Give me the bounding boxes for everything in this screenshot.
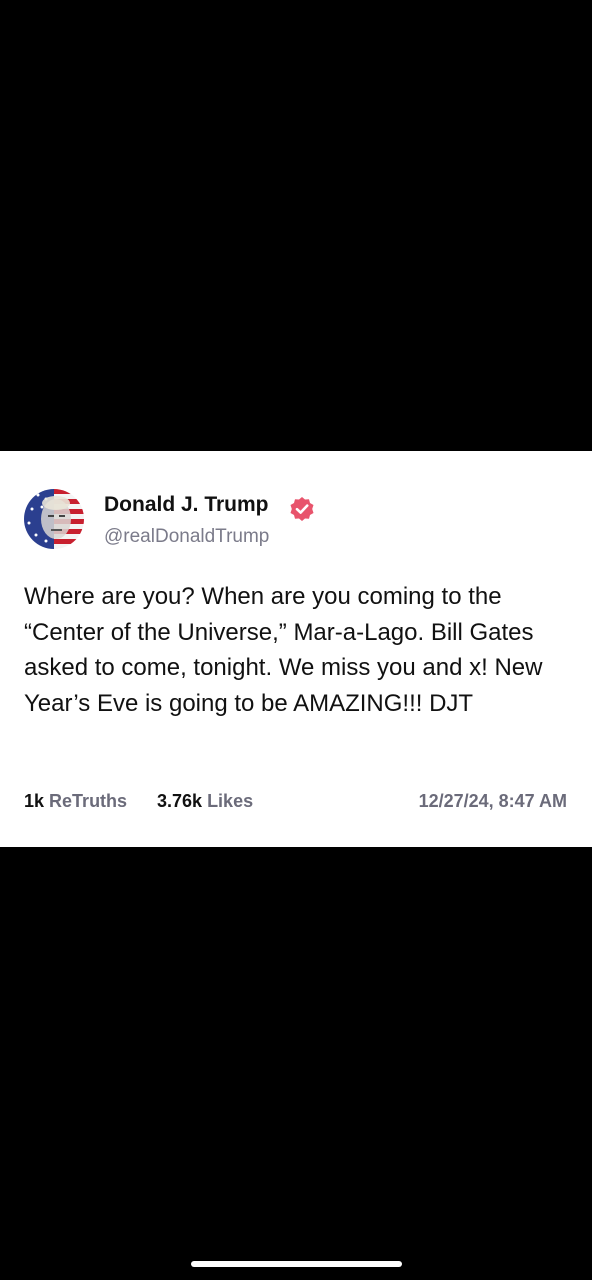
author-name[interactable]: Donald J. Trump	[104, 493, 269, 517]
post-card[interactable]: Donald J. Trump @realDonaldTrump Where a…	[0, 451, 592, 847]
verified-badge-icon	[290, 497, 314, 521]
author-avatar[interactable]	[24, 489, 84, 549]
post-timestamp: 12/27/24, 8:47 AM	[418, 791, 567, 811]
home-indicator[interactable]	[191, 1261, 402, 1267]
likes-label: Likes	[207, 791, 254, 811]
likes-stat[interactable]: 3.76k Likes	[157, 791, 253, 812]
flag-portrait-avatar	[24, 489, 84, 549]
retruths-label: ReTruths	[49, 791, 128, 811]
author-handle[interactable]: @realDonaldTrump	[104, 526, 269, 548]
retruths-count: 1k	[24, 791, 45, 811]
likes-count: 3.76k	[157, 791, 203, 811]
retruths-stat[interactable]: 1k ReTruths	[24, 791, 127, 812]
post-body-text: Where are you? When are you coming to th…	[24, 583, 543, 717]
screenshot-screen: Donald J. Trump @realDonaldTrump Where a…	[0, 0, 592, 1280]
post-footer: 1k ReTruths 3.76k Likes 12/27/24, 8:47 A…	[24, 791, 567, 815]
